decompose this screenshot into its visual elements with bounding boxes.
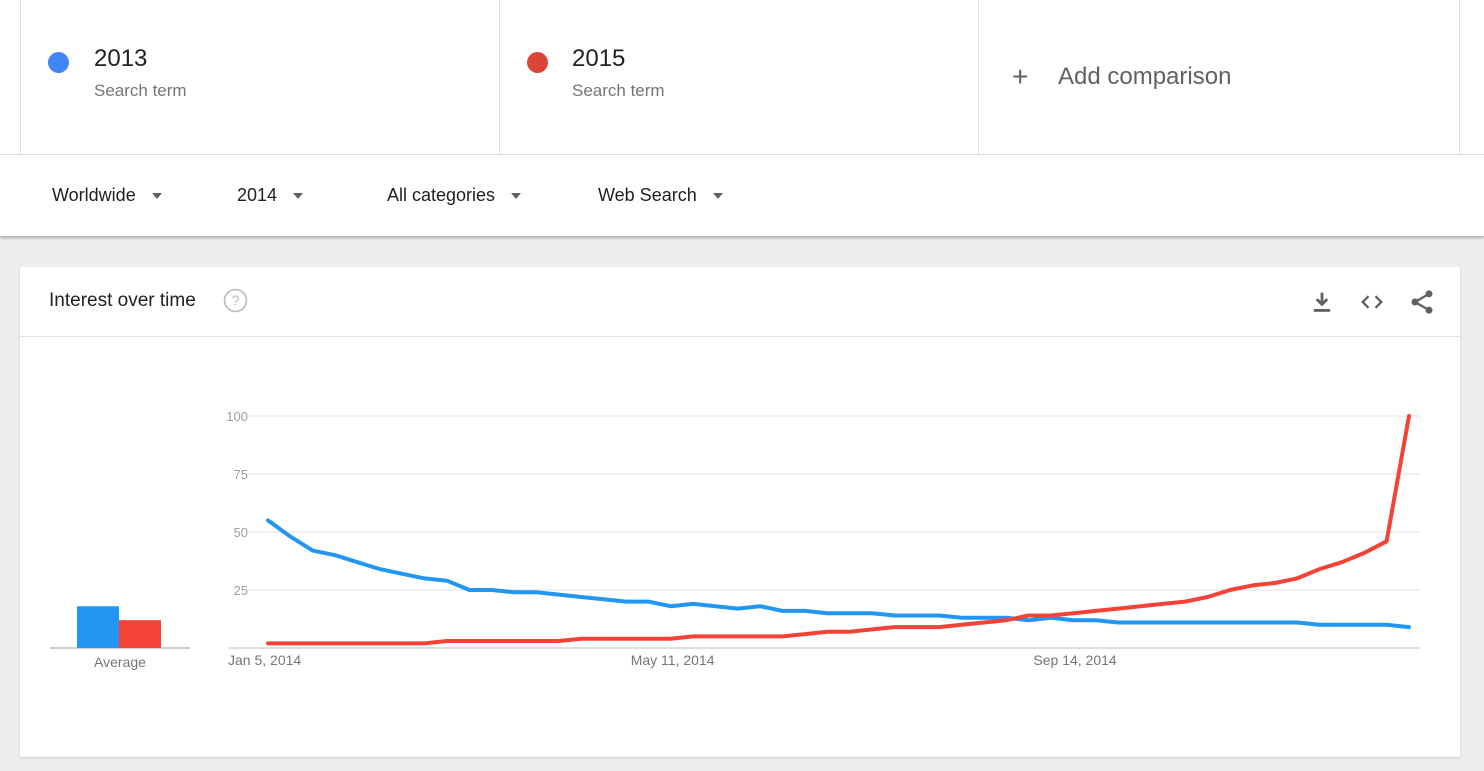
series-color-dot <box>527 52 548 73</box>
plus-icon: + <box>1012 61 1029 92</box>
y-tick-label: 100 <box>226 409 248 424</box>
search-term-card-1[interactable]: 2013 Search term <box>20 0 500 155</box>
interest-over-time-card: Interest over time ? 100 75 50 25 Jan 5, 201… <box>20 267 1460 757</box>
search-term-name: 2013 <box>94 45 148 72</box>
filter-bar: Worldwide 2014 All categories Web Search <box>0 155 1484 236</box>
search-type-dropdown[interactable]: Web Search <box>598 155 723 236</box>
series-line-2015 <box>266 414 1411 646</box>
caret-down-icon <box>293 192 304 199</box>
search-term-name: 2015 <box>572 45 626 72</box>
region-dropdown[interactable]: Worldwide <box>52 155 162 236</box>
time-range-dropdown[interactable]: 2014 <box>237 155 304 236</box>
search-term-subtitle: Search term <box>572 81 665 100</box>
x-tick-label: May 11, 2014 <box>631 652 715 668</box>
search-type-label: Web Search <box>598 185 697 205</box>
search-term-subtitle: Search term <box>94 81 187 100</box>
y-tick-label: 50 <box>234 525 248 540</box>
search-term-card-2[interactable]: 2015 Search term <box>500 0 979 155</box>
add-comparison-button[interactable]: + Add comparison <box>979 0 1460 155</box>
comparison-bar: 2013 Search term 2015 Search term + Add … <box>0 0 1484 155</box>
category-label: All categories <box>387 185 496 205</box>
y-tick-label: 75 <box>234 467 248 482</box>
average-label: Average <box>94 654 146 670</box>
time-range-label: 2014 <box>237 185 278 205</box>
x-tick-label: Jan 5, 2014 <box>228 652 301 668</box>
caret-down-icon <box>511 192 522 199</box>
add-comparison-label: Add comparison <box>1058 63 1232 90</box>
caret-down-icon <box>712 192 723 199</box>
y-tick-label: 25 <box>234 583 248 598</box>
x-tick-label: Sep 14, 2014 <box>1033 652 1117 668</box>
interest-line-chart: 100 75 50 25 Jan 5, 2014 May 11, 2014 Sep 14, … <box>50 409 1420 670</box>
category-dropdown[interactable]: All categories <box>387 155 522 236</box>
series-color-dot <box>48 52 69 73</box>
average-bar-2015 <box>119 620 161 648</box>
average-bar-2013 <box>77 606 119 648</box>
region-label: Worldwide <box>52 185 136 205</box>
caret-down-icon <box>151 192 162 199</box>
series-line-2013 <box>266 518 1411 630</box>
